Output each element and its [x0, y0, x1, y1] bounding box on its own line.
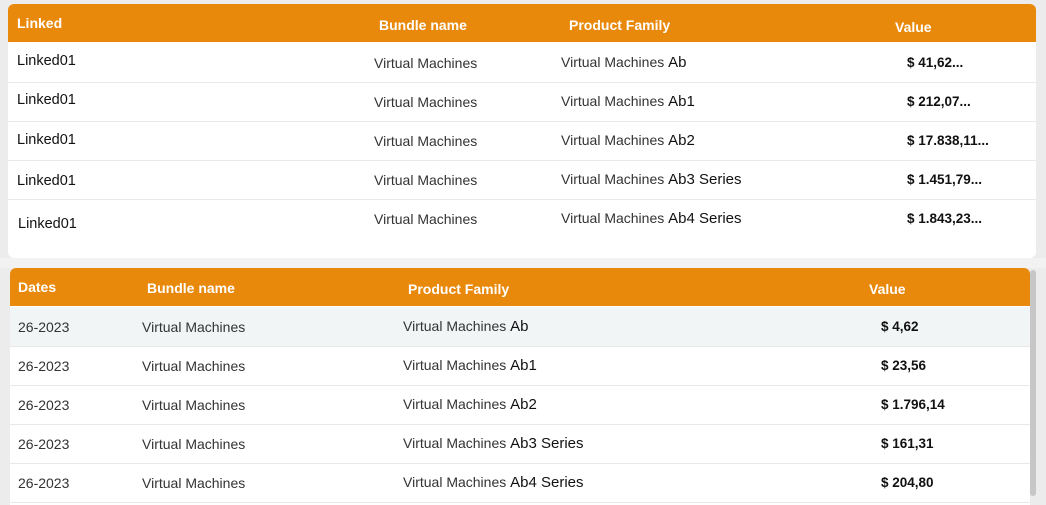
product-family-prefix: Virtual Machines: [561, 210, 665, 226]
table-row[interactable]: Linked01 Virtual Machines Virtual Machin…: [8, 160, 1036, 200]
table-separator: [0, 258, 1046, 268]
column-header-value[interactable]: Value: [895, 19, 932, 35]
date-cell: 26-2023: [18, 436, 70, 452]
linked-cell: Linked01: [17, 92, 76, 108]
value-cell: $ 212,07...: [907, 94, 971, 109]
product-family-cell: Virtual Machines Ab3 Series: [403, 435, 584, 452]
product-family-cell: Virtual Machines Ab: [403, 318, 529, 335]
product-family-cell: Virtual Machines Ab4 Series: [403, 474, 584, 491]
bundle-cell: Virtual Machines: [374, 133, 478, 149]
product-family-prefix: Virtual Machines: [403, 396, 507, 412]
bundle-cell: Virtual Machines: [142, 319, 246, 335]
table-row[interactable]: 26-2023 Virtual Machines Virtual Machine…: [10, 346, 1030, 386]
product-family-suffix: Ab3 Series: [668, 171, 742, 188]
dates-table-scrollbar[interactable]: [1030, 270, 1036, 496]
product-family-suffix: Ab: [668, 54, 687, 71]
date-cell: 26-2023: [18, 319, 70, 335]
product-family-cell: Virtual Machines Ab1: [403, 357, 537, 374]
linked-cell: Linked01: [18, 216, 77, 232]
product-family-cell: Virtual Machines Ab2: [403, 396, 537, 413]
product-family-suffix: Ab2: [510, 396, 537, 413]
product-family-suffix: Ab1: [668, 93, 695, 110]
value-cell: $ 4,62: [881, 319, 919, 334]
table-row[interactable]: Linked01 Virtual Machines Virtual Machin…: [8, 43, 1036, 83]
product-family-prefix: Virtual Machines: [561, 54, 665, 70]
product-family-prefix: Virtual Machines: [561, 93, 665, 109]
date-cell: 26-2023: [18, 397, 70, 413]
column-header-linked[interactable]: Linked: [17, 15, 62, 31]
table-row[interactable]: Linked01 Virtual Machines Virtual Machin…: [8, 121, 1036, 161]
product-family-suffix: Ab4 Series: [510, 474, 584, 491]
product-family-suffix: Ab3 Series: [510, 435, 584, 452]
product-family-prefix: Virtual Machines: [561, 171, 665, 187]
linked-cell: Linked01: [17, 53, 76, 69]
value-cell: $ 23,56: [881, 358, 927, 373]
table-row[interactable]: 26-2023 Virtual Machines Virtual Machine…: [10, 307, 1030, 347]
bundle-cell: Virtual Machines: [142, 436, 246, 452]
product-family-prefix: Virtual Machines: [403, 318, 507, 334]
table-row[interactable]: 26-2023 Virtual Machines Virtual Machine…: [10, 463, 1030, 503]
column-header-bundle-name[interactable]: Bundle name: [147, 280, 235, 296]
product-family-suffix: Ab2: [668, 132, 695, 149]
value-cell: $ 161,31: [881, 436, 934, 451]
table-row[interactable]: Linked01 Virtual Machines Virtual Machin…: [8, 82, 1036, 122]
bundle-cell: Virtual Machines: [374, 172, 478, 188]
linked-cell: Linked01: [17, 132, 76, 148]
column-header-dates[interactable]: Dates: [18, 279, 56, 295]
value-cell: $ 41,62...: [907, 55, 964, 70]
column-header-product-family[interactable]: Product Family: [408, 281, 509, 297]
value-cell: $ 17.838,11...: [907, 133, 989, 148]
bundle-cell: Virtual Machines: [142, 358, 246, 374]
product-family-prefix: Virtual Machines: [403, 435, 507, 451]
value-cell: $ 1.796,14: [881, 397, 945, 412]
product-family-cell: Virtual Machines Ab1: [561, 93, 695, 110]
product-family-prefix: Virtual Machines: [403, 357, 507, 373]
bundle-cell: Virtual Machines: [374, 55, 478, 71]
bundle-cell: Virtual Machines: [142, 475, 246, 491]
dates-table: Dates Bundle name Product Family Value 2…: [10, 268, 1030, 505]
product-family-suffix: Ab4 Series: [668, 210, 742, 227]
product-family-cell: Virtual Machines Ab2: [561, 132, 695, 149]
product-family-cell: Virtual Machines Ab: [561, 54, 687, 71]
table-row[interactable]: 26-2023 Virtual Machines Virtual Machine…: [10, 385, 1030, 425]
value-cell: $ 1.843,23...: [907, 211, 983, 226]
value-cell: $ 204,80: [881, 475, 934, 490]
product-family-suffix: Ab1: [510, 357, 537, 374]
date-cell: 26-2023: [18, 358, 70, 374]
product-family-prefix: Virtual Machines: [561, 132, 665, 148]
product-family-prefix: Virtual Machines: [403, 474, 507, 490]
date-cell: 26-2023: [18, 475, 70, 491]
linked-cell: Linked01: [17, 173, 76, 189]
bundle-cell: Virtual Machines: [374, 211, 478, 227]
column-header-bundle-name[interactable]: Bundle name: [379, 17, 467, 33]
linked-table-header: Linked Bundle name Product Family Value: [8, 4, 1036, 42]
product-family-cell: Virtual Machines Ab3 Series: [561, 171, 742, 188]
table-row[interactable]: 26-2023 Virtual Machines Virtual Machine…: [10, 424, 1030, 464]
table-row[interactable]: Linked01 Virtual Machines Virtual Machin…: [8, 199, 1036, 238]
bundle-cell: Virtual Machines: [374, 94, 478, 110]
product-family-suffix: Ab: [510, 318, 529, 335]
bundle-cell: Virtual Machines: [142, 397, 246, 413]
value-cell: $ 1.451,79...: [907, 172, 983, 187]
product-family-cell: Virtual Machines Ab4 Series: [561, 210, 742, 227]
dates-table-header: Dates Bundle name Product Family Value: [10, 268, 1030, 306]
linked-table: Linked Bundle name Product Family Value …: [8, 4, 1036, 258]
column-header-product-family[interactable]: Product Family: [569, 17, 670, 33]
column-header-value[interactable]: Value: [869, 281, 906, 297]
